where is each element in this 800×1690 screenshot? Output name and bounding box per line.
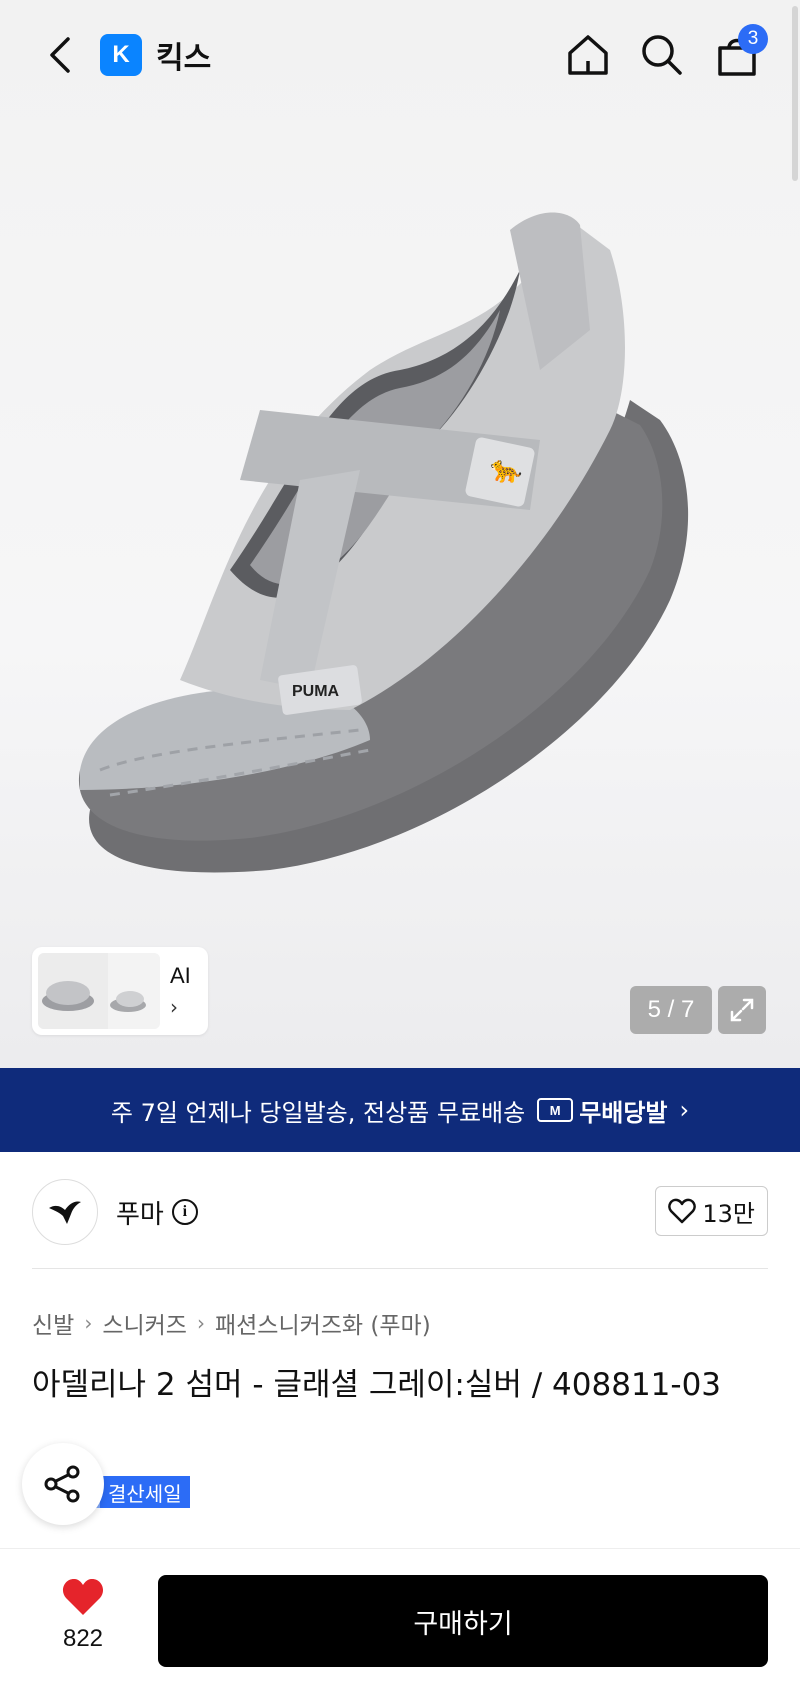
expand-button[interactable] (718, 986, 766, 1034)
app-brand[interactable]: K 킥스 (100, 33, 211, 77)
wishlist-count: 822 (62, 1625, 104, 1652)
brand-name-link[interactable]: 푸마 i (116, 1194, 198, 1231)
chevron-left-icon (50, 37, 70, 73)
expand-icon (730, 998, 754, 1022)
top-nav-bar: K 킥스 3 (0, 0, 800, 110)
ai-label: AI (170, 963, 191, 988)
truck-icon: M (537, 1098, 574, 1122)
breadcrumb-item[interactable]: 신발 (32, 1306, 74, 1340)
product-title: 아델리나 2 섬머 - 글래셜 그레이:실버 / 408811-03 (32, 1367, 722, 1403)
app-logo-icon: K (100, 34, 142, 76)
image-pager: 5 / 7 (630, 986, 712, 1034)
breadcrumb: 신발 › 스니커즈 › 패션스니커즈화 (푸마) (32, 1306, 431, 1340)
home-icon (568, 35, 608, 75)
ai-recommend-card[interactable]: AI › (32, 947, 208, 1035)
shipping-banner-text: 주 7일 언제나 당일발송, 전상품 무료배송 (110, 1098, 526, 1127)
free-shipping-badge: M 무배당발 (537, 1093, 668, 1128)
svg-text:PUMA: PUMA (292, 683, 340, 700)
buy-button[interactable]: 구매하기 (158, 1575, 768, 1667)
heart-outline-icon (668, 1198, 697, 1224)
ai-thumbnail-image (38, 953, 160, 1029)
brand-like-button[interactable]: 13만 (655, 1186, 768, 1236)
heart-filled-icon (62, 1578, 104, 1615)
chevron-right-icon: › (170, 995, 178, 1019)
product-image-gallery[interactable]: 🐆 PUMA K 킥스 3 AI › 5 / 7 (0, 0, 800, 1068)
search-icon (642, 35, 682, 75)
search-button[interactable] (637, 30, 687, 80)
home-button[interactable] (563, 30, 613, 80)
puma-logo-icon (49, 1201, 81, 1224)
cart-button[interactable]: 3 (712, 24, 768, 80)
app-name: 킥스 (156, 41, 212, 76)
bottom-action-bar: 822 구매하기 (0, 1548, 800, 1690)
svg-text:🐆: 🐆 (490, 454, 522, 484)
chevron-right-icon: › (679, 1096, 690, 1124)
brand-like-count: 13만 (702, 1199, 755, 1228)
chevron-right-icon: › (84, 1311, 93, 1335)
share-icon (44, 1465, 80, 1503)
divider (32, 1268, 768, 1269)
product-shoe-image: 🐆 PUMA (78, 212, 689, 873)
wishlist-button[interactable]: 822 (50, 1577, 116, 1653)
brand-logo[interactable] (32, 1179, 98, 1245)
cart-count-badge: 3 (738, 24, 768, 54)
shipping-banner[interactable]: 주 7일 언제나 당일발송, 전상품 무료배송 M 무배당발 › (0, 1068, 800, 1152)
info-icon[interactable]: i (171, 1199, 198, 1225)
sale-badge: 결산세일 (100, 1476, 190, 1508)
brand-name: 푸마 (116, 1199, 164, 1230)
brand-row: 푸마 i 13만 (32, 1178, 768, 1246)
chevron-right-icon: › (196, 1311, 205, 1335)
back-button[interactable] (38, 30, 82, 80)
breadcrumb-item[interactable]: 패션스니커즈화 (푸마) (215, 1306, 431, 1340)
free-shipping-label: 무배당발 (579, 1098, 668, 1127)
share-button[interactable] (22, 1443, 104, 1525)
breadcrumb-item[interactable]: 스니커즈 (102, 1306, 187, 1340)
